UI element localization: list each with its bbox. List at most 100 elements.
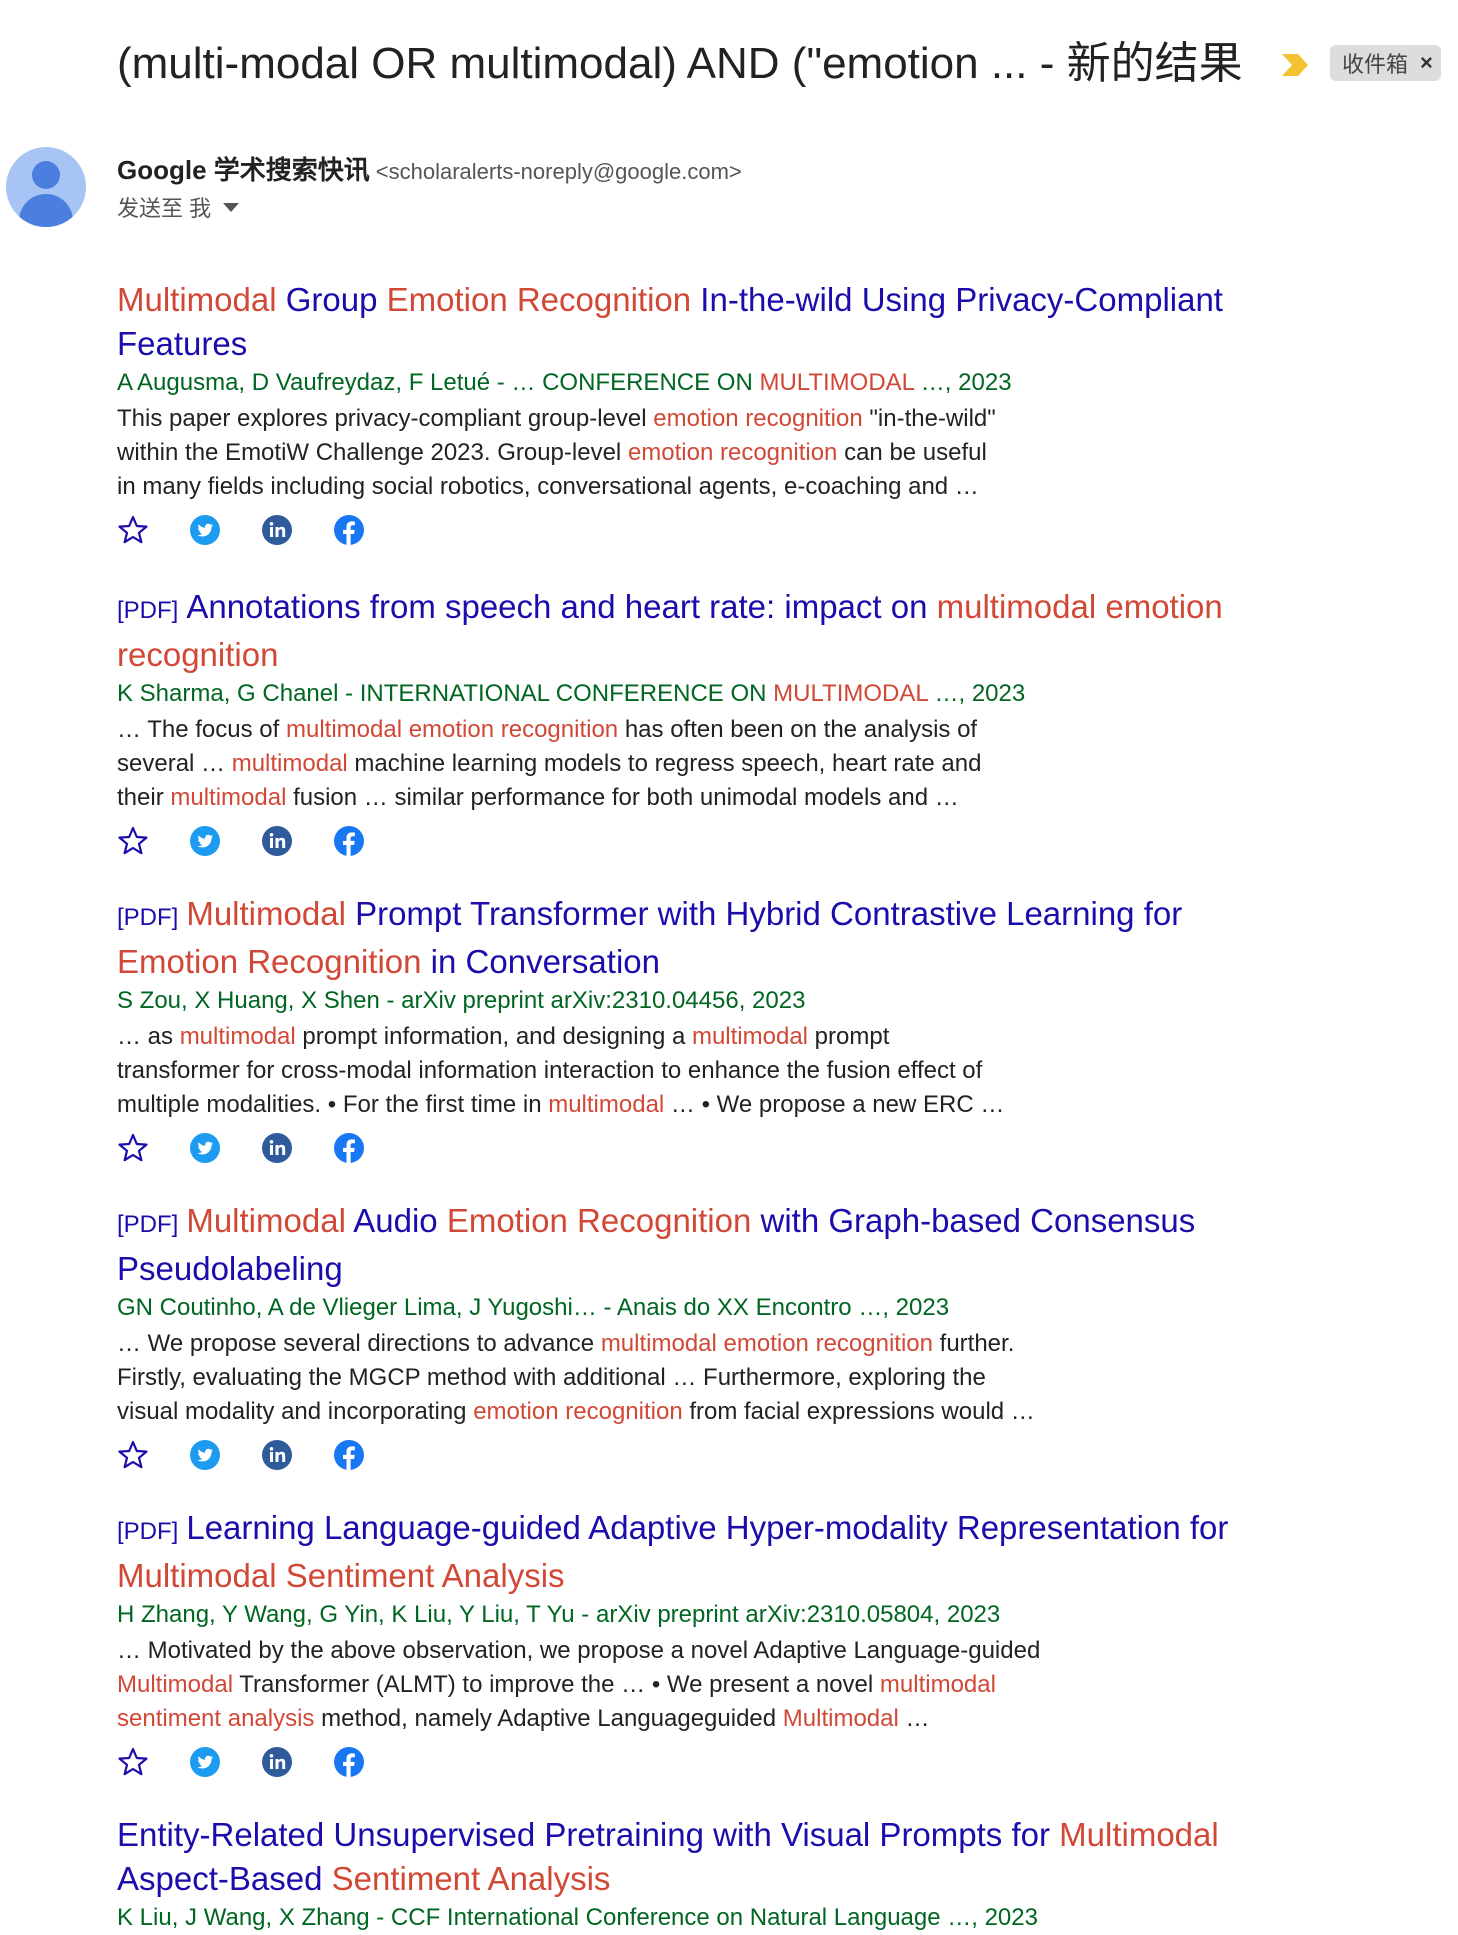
result-title-link[interactable]: Entity-Related Unsupervised Pretraining … — [117, 1813, 1277, 1901]
highlight-term: Multimodal — [117, 281, 277, 318]
star-icon[interactable] — [117, 825, 149, 857]
highlight-term: multimodal emotion — [936, 588, 1223, 625]
recipient-details-chevron-icon[interactable] — [223, 202, 240, 212]
title-line: Features — [117, 322, 1277, 366]
highlight-term: Multimodal — [782, 1705, 899, 1732]
text-segment: S Zou, X Huang, X Shen - arXiv preprint … — [117, 987, 806, 1014]
text-segment: in many fields including social robotics… — [117, 473, 979, 500]
linkedin-icon[interactable] — [261, 825, 293, 857]
twitter-icon[interactable] — [189, 1439, 221, 1471]
snippet-line: … We propose several directions to advan… — [117, 1327, 1127, 1361]
text-segment: further. — [932, 1330, 1015, 1357]
email-subject: (multi-modal OR multimodal) AND ("emotio… — [117, 39, 1243, 88]
linkedin-icon[interactable] — [261, 514, 293, 546]
twitter-icon[interactable] — [189, 1132, 221, 1164]
pdf-tag[interactable]: [PDF] — [117, 904, 178, 931]
facebook-icon[interactable] — [333, 1746, 365, 1778]
result-authors: H Zhang, Y Wang, G Yin, K Liu, Y Liu, T … — [117, 1598, 1277, 1632]
text-segment: multiple modalities. • For the first tim… — [117, 1091, 549, 1118]
facebook-icon[interactable] — [333, 1132, 365, 1164]
highlight-term: multimodal emotion recognition — [285, 716, 619, 743]
text-segment: … Motivated by the above observation, we… — [117, 1637, 1041, 1664]
result-item: [PDF] Learning Language-guided Adaptive H… — [117, 1506, 1277, 1780]
twitter-icon[interactable] — [189, 514, 221, 546]
remove-label-button[interactable]: × — [1420, 50, 1433, 76]
snippet-line: their multimodal fusion … similar perfor… — [117, 781, 1127, 815]
result-snippet: … Motivated by the above observation, we… — [117, 1634, 1127, 1736]
linkedin-icon[interactable] — [261, 1439, 293, 1471]
highlight-term: emotion recognition — [653, 405, 863, 432]
text-segment: Pseudolabeling — [117, 1250, 343, 1287]
text-segment: Transformer (ALMT) to improve the … • We… — [233, 1671, 880, 1698]
recipient-line: 发送至 我 — [117, 191, 240, 223]
star-icon[interactable] — [117, 514, 149, 546]
result-title-link[interactable]: [PDF] Annotations from speech and heart r… — [117, 585, 1277, 677]
highlight-term: multimodal — [170, 784, 287, 811]
star-icon[interactable] — [117, 1746, 149, 1778]
text-segment: GN Coutinho, A de Vlieger Lima, J Yugosh… — [117, 1294, 950, 1321]
importance-marker-icon[interactable] — [1280, 52, 1310, 78]
text-segment: Firstly, evaluating the MGCP method with… — [117, 1364, 986, 1391]
snippet-line: … as multimodal prompt information, and … — [117, 1020, 1127, 1054]
text-segment: fusion … similar performance for both un… — [286, 784, 959, 811]
text-segment: H Zhang, Y Wang, G Yin, K Liu, Y Liu, T … — [117, 1601, 1001, 1628]
snippet-line: several … multimodal machine learning mo… — [117, 747, 1127, 781]
pdf-tag[interactable]: [PDF] — [117, 1211, 178, 1238]
text-segment: Learning Language-guided Adaptive Hyper-… — [186, 1509, 1229, 1546]
result-title-link[interactable]: [PDF] Multimodal Audio Emotion Recognitio… — [117, 1199, 1277, 1291]
snippet-line: transformer for cross-modal information … — [117, 1054, 1127, 1088]
text-segment: machine learning models to regress speec… — [347, 750, 982, 777]
share-actions — [117, 823, 1277, 859]
highlight-term: MULTIMODAL — [773, 680, 928, 707]
result-authors: S Zou, X Huang, X Shen - arXiv preprint … — [117, 984, 1277, 1018]
pdf-tag[interactable]: [PDF] — [117, 1518, 178, 1545]
result-snippet: … We propose several directions to advan… — [117, 1327, 1127, 1429]
title-line: Multimodal Sentiment Analysis — [117, 1554, 1277, 1598]
pdf-tag[interactable]: [PDF] — [117, 597, 178, 624]
share-actions — [117, 1130, 1277, 1166]
text-segment: …, 2023 — [927, 680, 1026, 707]
facebook-icon[interactable] — [333, 1439, 365, 1471]
sender-line: Google 学术搜索快讯 <scholaralerts-noreply@goog… — [117, 150, 742, 187]
share-actions — [117, 1437, 1277, 1473]
facebook-icon[interactable] — [333, 514, 365, 546]
title-line: Aspect-Based Sentiment Analysis — [117, 1857, 1277, 1901]
text-segment: K Liu, J Wang, X Zhang - CCF Internation… — [117, 1904, 1038, 1931]
result-snippet: … as multimodal prompt information, and … — [117, 1020, 1127, 1122]
linkedin-icon[interactable] — [261, 1746, 293, 1778]
text-segment: Aspect-Based — [117, 1860, 332, 1897]
title-line: Entity-Related Unsupervised Pretraining … — [117, 1813, 1277, 1857]
title-line: Emotion Recognition in Conversation — [117, 940, 1277, 984]
sender-avatar — [6, 147, 86, 227]
highlight-term: Emotion Recognition — [386, 281, 692, 318]
star-icon[interactable] — [117, 1132, 149, 1164]
snippet-line: visual modality and incorporating emotio… — [117, 1395, 1127, 1429]
text-segment: In-the-wild Using Privacy-Compliant — [691, 281, 1223, 318]
twitter-icon[interactable] — [189, 825, 221, 857]
snippet-line: sentiment analysis method, namely Adapti… — [117, 1702, 1127, 1736]
text-segment: K Sharma, G Chanel - INTERNATIONAL CONFE… — [117, 680, 774, 707]
star-icon[interactable] — [117, 1439, 149, 1471]
linkedin-icon[interactable] — [261, 1132, 293, 1164]
result-snippet: This paper explores privacy-compliant gr… — [117, 402, 1127, 504]
result-title-link[interactable]: Multimodal Group Emotion Recognition In-… — [117, 278, 1277, 366]
text-segment: …, 2023 — [914, 369, 1012, 396]
text-segment: their — [117, 784, 171, 811]
text-segment: transformer for cross-modal information … — [117, 1057, 983, 1084]
highlight-term: recognition — [117, 636, 279, 673]
highlight-term: Multimodal — [1059, 1816, 1219, 1853]
text-segment: Entity-Related Unsupervised Pretraining … — [117, 1816, 1060, 1853]
twitter-icon[interactable] — [189, 1746, 221, 1778]
result-title-link[interactable]: [PDF] Multimodal Prompt Transformer with … — [117, 892, 1277, 984]
snippet-line: within the EmotiW Challenge 2023. Group-… — [117, 436, 1127, 470]
highlight-term: multimodal — [179, 1023, 296, 1050]
title-line: Pseudolabeling — [117, 1247, 1277, 1291]
title-line: [PDF] Multimodal Audio Emotion Recognitio… — [117, 1199, 1277, 1247]
sender-email: <scholaralerts-noreply@google.com> — [375, 159, 742, 184]
facebook-icon[interactable] — [333, 825, 365, 857]
share-actions — [117, 1744, 1277, 1780]
highlight-term: Multimodal — [186, 1202, 346, 1239]
result-title-link[interactable]: [PDF] Learning Language-guided Adaptive H… — [117, 1506, 1277, 1598]
snippet-line: This paper explores privacy-compliant gr… — [117, 402, 1127, 436]
text-segment: prompt information, and designing a — [295, 1023, 692, 1050]
